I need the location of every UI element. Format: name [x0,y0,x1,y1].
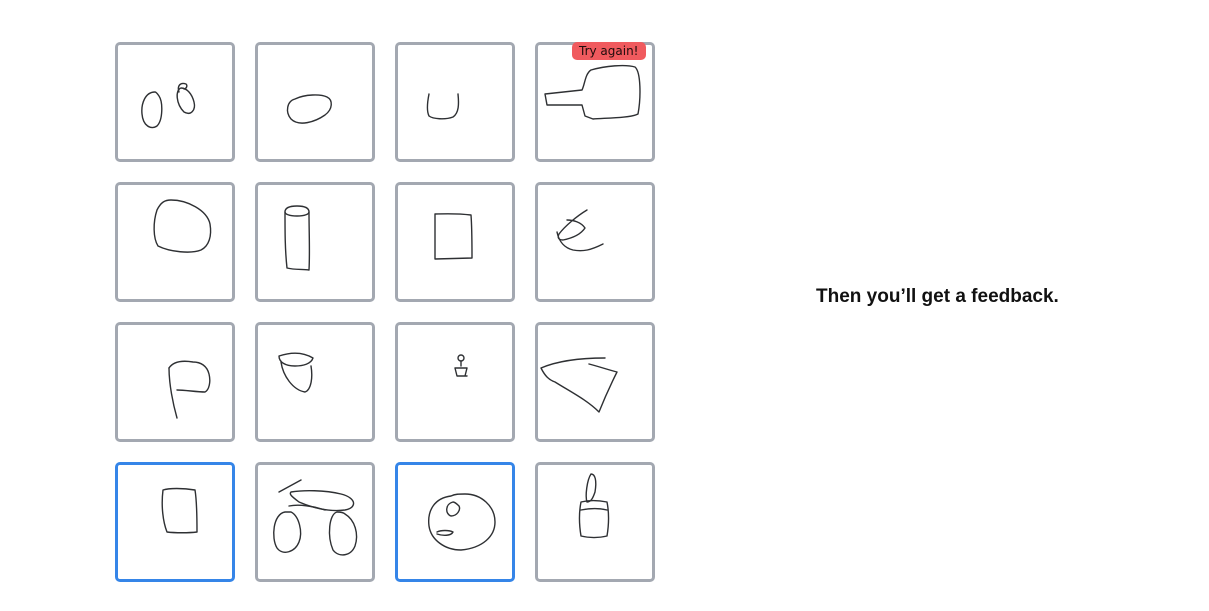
glasses-doodle [141,82,196,129]
drawing-tile-16[interactable] [535,462,655,582]
drawing-tile-7[interactable] [395,182,515,302]
face-doodle [428,493,496,551]
feedback-message: Then you’ll get a feedback. [816,286,1059,307]
box-doodle [161,487,198,534]
drawing-tile-14[interactable] [255,462,375,582]
drawing-tile-9[interactable] [115,322,235,442]
drawing-tile-5[interactable] [115,182,235,302]
cylinder-doodle [284,205,311,271]
drawing-tile-1[interactable] [115,42,235,162]
drawing-tile-13[interactable] [115,462,235,582]
drawing-tile-15[interactable] [395,462,515,582]
drawing-grid: Try again! [115,42,655,582]
car-shape-doodle [544,64,641,120]
drawing-tile-4[interactable]: Try again! [535,42,655,162]
sail-doodle [540,357,618,413]
drawing-tile-11[interactable] [395,322,515,442]
drawing-tile-3[interactable] [395,42,515,162]
try-again-badge: Try again! [572,42,646,60]
drawing-tile-6[interactable] [255,182,375,302]
drawing-tile-10[interactable] [255,322,375,442]
drawing-tile-8[interactable] [535,182,655,302]
drawing-tile-2[interactable] [255,42,375,162]
circle-doodle [153,199,212,253]
cup-doodle [426,93,460,120]
acorn-doodle [278,352,314,393]
tiny-figure-doodle [454,354,468,377]
oval-doodle [286,94,332,124]
hook-doodle [556,209,604,252]
bicycle-doodle [273,479,358,556]
drawing-tile-12[interactable] [535,322,655,442]
square-doodle [434,213,473,260]
flag-doodle [168,360,211,419]
paintbrush-doodle [578,473,610,539]
